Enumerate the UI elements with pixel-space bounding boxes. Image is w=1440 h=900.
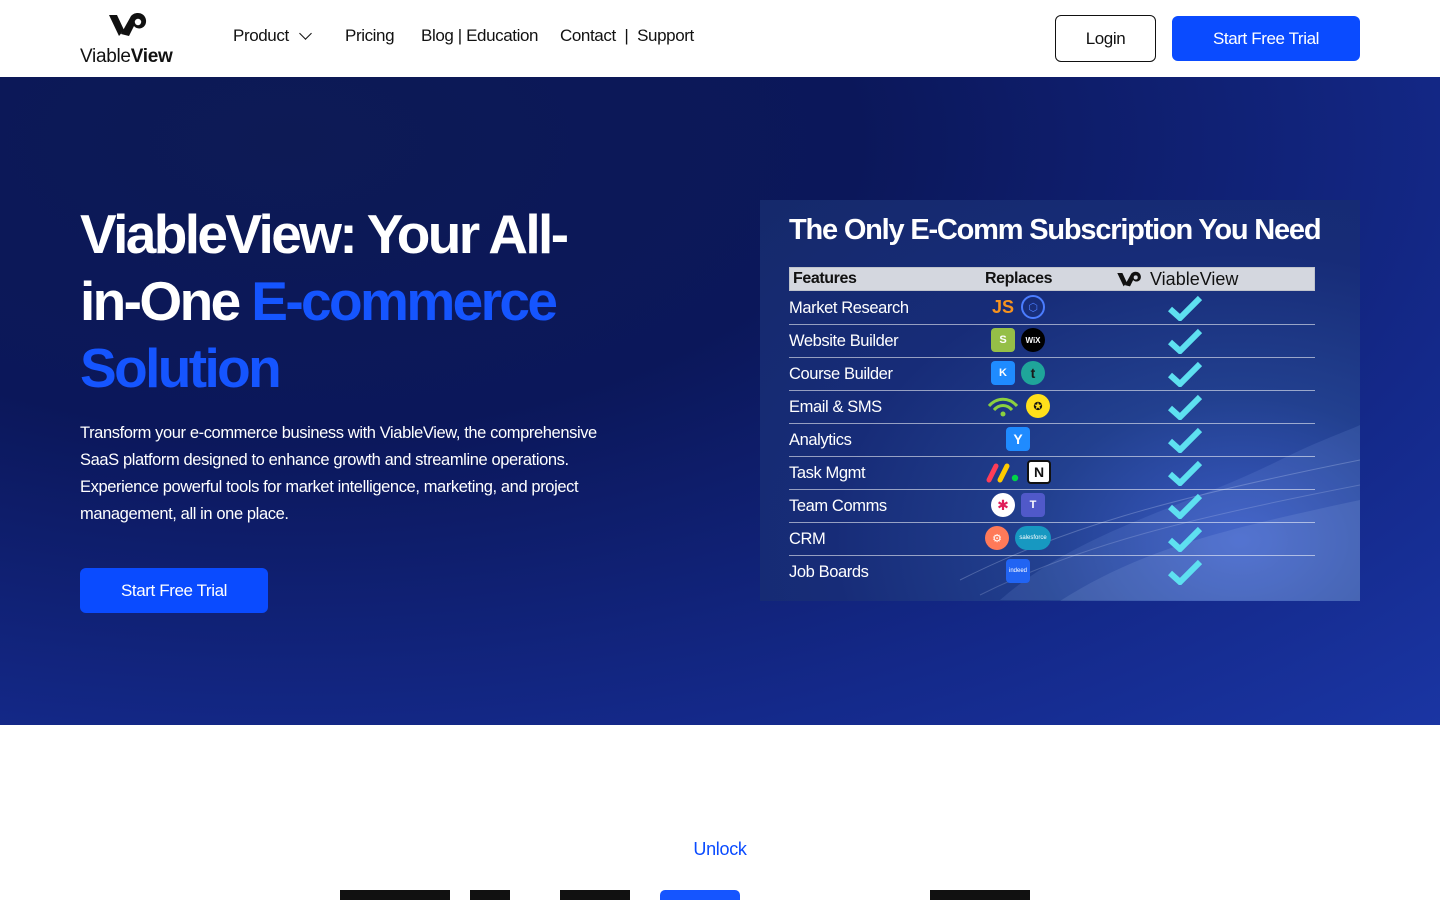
shopify-icon: S <box>991 328 1015 352</box>
helium10-icon: ⬡ <box>1021 295 1045 319</box>
table-row: Market Research JS ⬡ <box>789 292 1315 325</box>
checkmark-icon <box>1168 328 1202 354</box>
login-button[interactable]: Login <box>1055 15 1156 62</box>
row-feature-label: Analytics <box>789 431 852 449</box>
viableview-logo[interactable]: ViableView <box>80 12 184 68</box>
logo-mark-icon <box>1117 271 1141 286</box>
header-brand: ViableView <box>1116 269 1238 290</box>
row-replaces-icons: indeed <box>981 559 1055 585</box>
table-row: CRM ⚙ salesforce <box>789 523 1315 556</box>
monday-icon <box>986 463 1019 483</box>
wix-icon: WiX <box>1021 328 1045 352</box>
jungle-scout-icon: JS <box>991 296 1015 317</box>
row-feature-label: Team Comms <box>789 497 887 515</box>
row-replaces-icons: JS ⬡ <box>981 295 1055 321</box>
teams-icon: T <box>1021 493 1045 517</box>
checkmark-icon <box>1168 526 1202 552</box>
row-feature-label: Website Builder <box>789 332 899 350</box>
chevron-down-icon <box>298 27 312 40</box>
menu-item-label: Blog | Education <box>421 26 539 45</box>
menu-item-contact[interactable]: Contact | Support <box>560 26 694 46</box>
mailchimp-icon: ✪ <box>1026 394 1050 418</box>
row-replaces-icons: ✪ <box>981 394 1055 420</box>
kajabi-icon: K <box>991 361 1015 385</box>
menu-item-pricing[interactable]: Pricing <box>345 26 395 46</box>
row-feature-label: Course Builder <box>789 365 893 383</box>
row-feature-label: Market Research <box>789 299 909 317</box>
teachable-icon: t <box>1021 361 1045 385</box>
table-row: Job Boards indeed <box>789 556 1315 589</box>
triple-whale-icon: Y <box>1006 427 1030 451</box>
comparison-table-header: Features Replaces ViableView <box>789 267 1315 291</box>
row-feature-label: Job Boards <box>789 563 869 581</box>
row-feature-label: Task Mgmt <box>789 464 866 482</box>
logo-wordmark: ViableView <box>80 46 173 67</box>
start-free-trial-button[interactable]: Start Free Trial <box>1172 16 1360 61</box>
comparison-card: The Only E-Comm Subscription You Need Fe… <box>760 200 1360 601</box>
menu-item-product[interactable]: Product <box>233 26 312 46</box>
row-replaces-icons: S WiX <box>981 328 1055 354</box>
header-features: Features <box>793 270 857 287</box>
hero-description: Transform your e-commerce business with … <box>80 424 597 523</box>
row-feature-label: CRM <box>789 530 826 548</box>
row-feature-label: Email & SMS <box>789 398 882 416</box>
row-replaces-icons: K t <box>981 361 1055 387</box>
row-replaces-icons: N <box>981 460 1055 486</box>
table-row: Website Builder S WiX <box>789 325 1315 358</box>
salesforce-icon: salesforce <box>1015 526 1051 550</box>
table-row: Course Builder K t <box>789 358 1315 391</box>
hero-title: ViableView: Your All- in-One E-commerce … <box>80 203 569 399</box>
row-replaces-icons: ✱ T <box>981 493 1055 519</box>
checkmark-icon <box>1168 460 1202 486</box>
next-section-heading-cropped <box>340 890 1100 900</box>
checkmark-icon <box>1168 493 1202 519</box>
checkmark-icon <box>1168 427 1202 453</box>
unlock-eyebrow: Unlock <box>693 839 747 859</box>
table-row: Analytics Y <box>789 424 1315 457</box>
menu-item-label: Contact | Support <box>560 26 694 45</box>
row-replaces-icons: ⚙ salesforce <box>981 526 1055 552</box>
logo-mark-icon <box>109 12 147 36</box>
notion-icon: N <box>1027 460 1051 484</box>
hubspot-icon: ⚙ <box>985 526 1009 550</box>
klaviyo-icon <box>987 397 1019 417</box>
menu-item-blog[interactable]: Blog | Education <box>421 26 539 46</box>
table-row: Team Comms ✱ T <box>789 490 1315 523</box>
checkmark-icon <box>1168 559 1202 585</box>
top-navbar: ViableView Product Pricing Blog | Educat… <box>0 0 1440 77</box>
header-replaces: Replaces <box>985 270 1053 287</box>
hero-start-free-trial-button[interactable]: Start Free Trial <box>80 568 268 613</box>
comparison-title: The Only E-Comm Subscription You Need <box>789 214 1322 246</box>
indeed-icon: indeed <box>1006 559 1030 583</box>
hero-section: ViableView: Your All- in-One E-commerce … <box>0 77 1440 725</box>
checkmark-icon <box>1168 394 1202 420</box>
slack-icon: ✱ <box>991 493 1015 517</box>
checkmark-icon <box>1168 361 1202 387</box>
table-row: Task Mgmt N <box>789 457 1315 490</box>
checkmark-icon <box>1168 295 1202 321</box>
menu-item-label: Pricing <box>345 26 395 45</box>
menu-item-label: Product <box>233 26 289 45</box>
row-replaces-icons: Y <box>981 427 1055 453</box>
table-row: Email & SMS ✪ <box>789 391 1315 424</box>
